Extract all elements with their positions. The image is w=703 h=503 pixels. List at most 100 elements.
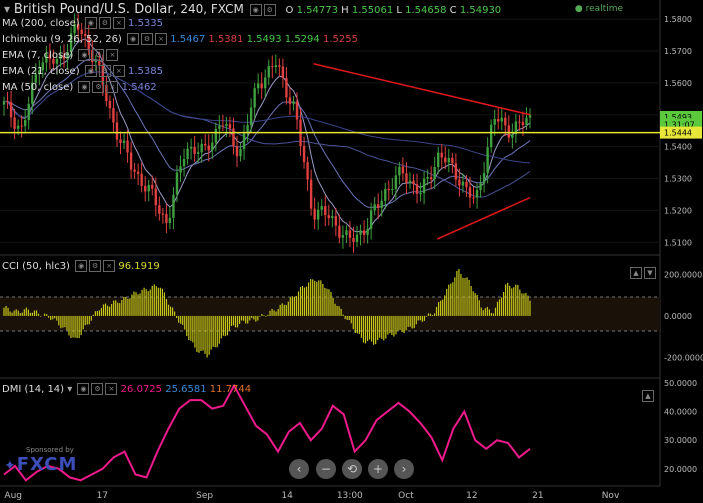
close-icon[interactable]: × <box>112 65 125 77</box>
candle-body <box>267 66 270 78</box>
settings-icon[interactable]: ⚙ <box>98 17 111 29</box>
candle-body <box>260 83 263 89</box>
eye-icon[interactable]: ◉ <box>249 3 262 16</box>
candle-body <box>500 117 503 122</box>
candle-body <box>475 190 479 198</box>
candle-body <box>465 181 468 188</box>
candle-body <box>433 167 436 180</box>
exchange: FXCM <box>210 2 244 16</box>
close-icon[interactable]: × <box>105 383 118 395</box>
eye-icon[interactable]: ◉ <box>75 260 88 272</box>
dmi-tick-label: 20.0000 <box>664 465 697 474</box>
eye-icon[interactable]: ◉ <box>77 383 90 395</box>
candle-body <box>218 125 221 129</box>
settings-icon[interactable]: ⚙ <box>92 49 105 61</box>
candle-body <box>345 230 348 236</box>
candle-body <box>454 163 458 180</box>
chart-title: ▾ British Pound/U.S. Dollar, 240, FXCM ◉… <box>4 2 502 17</box>
ichimoku-conversion: 1.5467 <box>170 34 206 45</box>
settings-icon[interactable]: ⚙ <box>91 383 104 395</box>
time-axis[interactable]: Aug 17 Sep 14 13:00 Oct 12 21 Nov <box>4 491 620 501</box>
settings-icon[interactable]: ⚙ <box>89 260 102 272</box>
dropdown-arrow-icon[interactable]: ▾ <box>67 384 72 395</box>
eye-icon[interactable]: ◉ <box>78 49 91 61</box>
candle-body <box>324 206 327 216</box>
candle-body <box>172 194 175 218</box>
candle-body <box>271 66 274 68</box>
candle-body <box>362 230 366 235</box>
close-icon[interactable]: × <box>112 17 125 29</box>
candle-body <box>239 149 242 157</box>
time-label: Nov <box>602 491 620 501</box>
dmi-minus-di-value: 11.7744 <box>209 384 252 395</box>
settings-icon[interactable]: ⚙ <box>263 3 276 16</box>
candle-body <box>440 152 443 158</box>
candle-body <box>384 188 387 201</box>
candle-body <box>447 157 451 163</box>
ema7-legend: EMA (7, close) ◉ ⚙ × <box>2 49 119 61</box>
realtime-label: realtime <box>585 4 623 14</box>
reset-button[interactable]: ⟲ <box>342 459 362 479</box>
candle-body <box>479 183 482 191</box>
eye-icon[interactable]: ◉ <box>84 17 97 29</box>
candle-body <box>274 65 278 68</box>
candle-body <box>200 143 203 153</box>
candle-body <box>497 118 500 122</box>
time-label: 13:00 <box>337 491 363 501</box>
candle-body <box>331 216 334 219</box>
candle-body <box>235 146 239 157</box>
candle-body <box>122 140 126 144</box>
scroll-left-button[interactable]: ‹ <box>289 459 309 479</box>
candle-body <box>207 145 210 151</box>
candle-body <box>158 205 161 214</box>
ma50-legend: MA (50, close) ◉ ⚙ × 1.5462 <box>2 81 157 93</box>
candle-body <box>196 152 200 154</box>
move-down-icon[interactable]: ▼ <box>644 266 656 279</box>
candle-body <box>253 88 256 108</box>
dmi-legend: DMI (14, 14) ▾ ◉ ⚙ × 26.0725 25.6581 11.77… <box>2 383 251 395</box>
ema21-value: 1.5385 <box>127 66 163 77</box>
symbol-name: British Pound/U.S. Dollar <box>13 2 173 17</box>
candle-body <box>437 152 440 168</box>
eye-icon[interactable]: ◉ <box>127 33 140 45</box>
zoom-in-button[interactable]: + <box>368 459 388 479</box>
time-label: Aug <box>4 491 22 501</box>
dmi-tick-label: 50.0000 <box>664 379 697 388</box>
ma200-legend: MA (200, close) ◉ ⚙ × 1.5335 <box>2 17 163 29</box>
candle-body <box>334 216 338 226</box>
candle-body <box>211 142 214 151</box>
candle-body <box>486 147 489 173</box>
move-up-icon[interactable]: ▲ <box>642 389 654 402</box>
candle-body <box>242 133 246 150</box>
settings-icon[interactable]: ⚙ <box>141 33 154 45</box>
time-label: Sep <box>196 491 213 501</box>
eye-icon[interactable]: ◉ <box>78 81 91 93</box>
candle-body <box>179 166 182 173</box>
dmi-plus-di-value: 25.6581 <box>165 384 207 395</box>
candle-body <box>281 66 285 78</box>
close-icon[interactable]: × <box>106 81 119 93</box>
ichimoku-label: Ichimoku (9, 26, 52, 26) <box>2 34 122 45</box>
zoom-out-button[interactable]: − <box>316 459 336 479</box>
dmi-label: DMI (14, 14) <box>2 384 65 395</box>
interval: 240 <box>180 2 204 16</box>
candle-body <box>408 180 412 183</box>
price-tick-label: 1.5600 <box>664 79 692 88</box>
close-icon[interactable]: × <box>155 33 168 45</box>
candle-body <box>348 230 352 238</box>
dmi-adx-value: 26.0725 <box>120 384 163 395</box>
scroll-right-button[interactable]: › <box>394 459 414 479</box>
candle-body <box>525 117 528 125</box>
close-icon[interactable]: × <box>106 49 119 61</box>
cci-panel-controls: ▲ ▼ <box>628 262 656 281</box>
settings-icon[interactable]: ⚙ <box>98 65 111 77</box>
close-icon[interactable]: × <box>103 260 116 272</box>
candle-body <box>401 166 405 174</box>
settings-icon[interactable]: ⚙ <box>92 81 105 93</box>
cci-tick-label: 200.0000 <box>664 271 702 280</box>
move-up-icon[interactable]: ▲ <box>630 266 642 279</box>
dropdown-arrow-icon[interactable]: ▾ <box>4 2 10 16</box>
eye-icon[interactable]: ◉ <box>84 65 97 77</box>
candle-body <box>147 184 150 192</box>
sponsor-logo[interactable]: Sponsored by ✦FXCM <box>4 446 77 475</box>
